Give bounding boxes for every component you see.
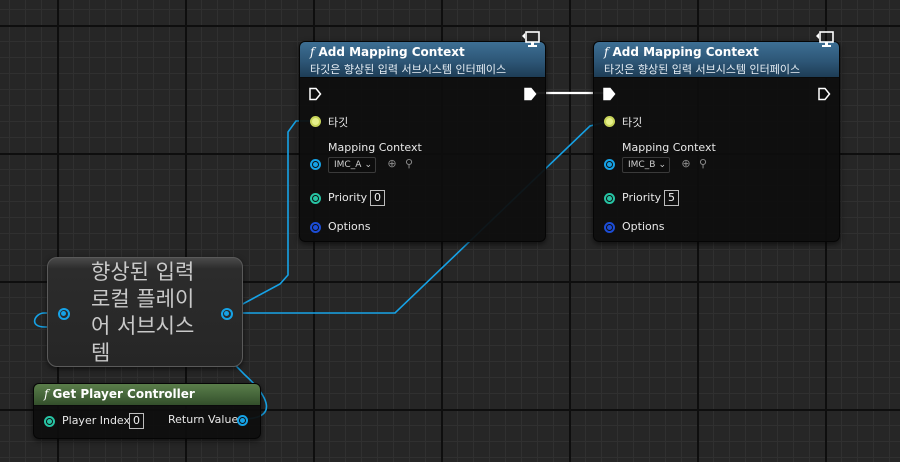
node-header: f Get Player Controller [34, 384, 260, 406]
mapping-context-value-row: IMC_A ⌄ ⊕ ⚲ [300, 157, 545, 173]
target-pin[interactable] [604, 116, 615, 127]
node-title: f Add Mapping Context [310, 45, 465, 59]
monitor-icon [815, 30, 835, 50]
exec-out-pin[interactable] [817, 87, 831, 101]
exec-in-pin[interactable] [602, 87, 616, 101]
subsystem-node[interactable]: 향상된 입력 로컬 플레이어 서브시스템 [47, 257, 243, 367]
return-value-row: Return Value [34, 413, 260, 429]
return-value-pin[interactable] [237, 415, 248, 426]
target-row: 타깃 [300, 114, 545, 130]
target-label: 타깃 [328, 116, 349, 129]
use-selected-icon[interactable]: ⊕ [386, 158, 398, 170]
target-label: 타깃 [622, 116, 643, 129]
priority-input[interactable]: 0 [370, 190, 385, 206]
options-pin[interactable] [604, 222, 615, 233]
get-player-controller-node[interactable]: f Get Player Controller Player Index 0 Re… [33, 383, 261, 439]
mapping-context-row: Mapping Context [594, 141, 839, 157]
use-selected-icon[interactable]: ⊕ [680, 158, 692, 170]
exec-out-pin[interactable] [523, 87, 537, 101]
options-label: Options [328, 220, 371, 233]
mapping-context-value-row: IMC_B ⌄ ⊕ ⚲ [594, 157, 839, 173]
monitor-icon [521, 30, 541, 50]
mapping-context-row: Mapping Context [300, 141, 545, 157]
node-title: f Get Player Controller [44, 387, 195, 401]
function-icon: f [310, 45, 315, 59]
mapping-context-dropdown[interactable]: IMC_B ⌄ [622, 157, 670, 173]
add-mapping-context-node-b[interactable]: f Add Mapping Context 타깃은 향상된 입력 서브시스템 인터… [593, 31, 840, 242]
mapping-context-pin[interactable] [310, 159, 321, 170]
return-value-label: Return Value [168, 413, 239, 426]
options-row: Options [300, 220, 545, 236]
priority-pin[interactable] [604, 193, 615, 204]
browse-search-icon[interactable]: ⚲ [403, 158, 415, 170]
function-icon: f [44, 387, 49, 401]
browse-search-icon[interactable]: ⚲ [697, 158, 709, 170]
priority-row: Priority 0 [300, 190, 545, 206]
node-subtitle: 타깃은 향상된 입력 서브시스템 인터페이스 [604, 63, 801, 76]
priority-input[interactable]: 5 [664, 190, 679, 206]
target-pin[interactable] [310, 116, 321, 127]
node-header: f Add Mapping Context 타깃은 향상된 입력 서브시스템 인터… [300, 31, 545, 78]
node-header: f Add Mapping Context 타깃은 향상된 입력 서브시스템 인터… [594, 31, 839, 78]
priority-pin[interactable] [310, 193, 321, 204]
exec-in-pin[interactable] [308, 87, 322, 101]
mapping-context-label: Mapping Context [622, 141, 716, 154]
priority-label: Priority [622, 191, 662, 204]
subsystem-label: 향상된 입력 로컬 플레이어 서브시스템 [91, 260, 195, 365]
target-row: 타깃 [594, 114, 839, 130]
mapping-context-pin[interactable] [604, 159, 615, 170]
function-icon: f [604, 45, 609, 59]
chevron-down-icon: ⌄ [364, 160, 372, 170]
subsystem-input-pin[interactable] [58, 308, 70, 320]
mapping-context-dropdown[interactable]: IMC_A ⌄ [328, 157, 376, 173]
node-title: f Add Mapping Context [604, 45, 759, 59]
mapping-context-label: Mapping Context [328, 141, 422, 154]
exec-row [300, 87, 545, 103]
exec-row [594, 87, 839, 103]
add-mapping-context-node-a[interactable]: f Add Mapping Context 타깃은 향상된 입력 서브시스템 인터… [299, 31, 546, 242]
subsystem-output-pin[interactable] [221, 308, 233, 320]
priority-label: Priority [328, 191, 368, 204]
chevron-down-icon: ⌄ [658, 160, 666, 170]
options-pin[interactable] [310, 222, 321, 233]
options-row: Options [594, 220, 839, 236]
node-subtitle: 타깃은 향상된 입력 서브시스템 인터페이스 [310, 63, 507, 76]
priority-row: Priority 5 [594, 190, 839, 206]
options-label: Options [622, 220, 665, 233]
